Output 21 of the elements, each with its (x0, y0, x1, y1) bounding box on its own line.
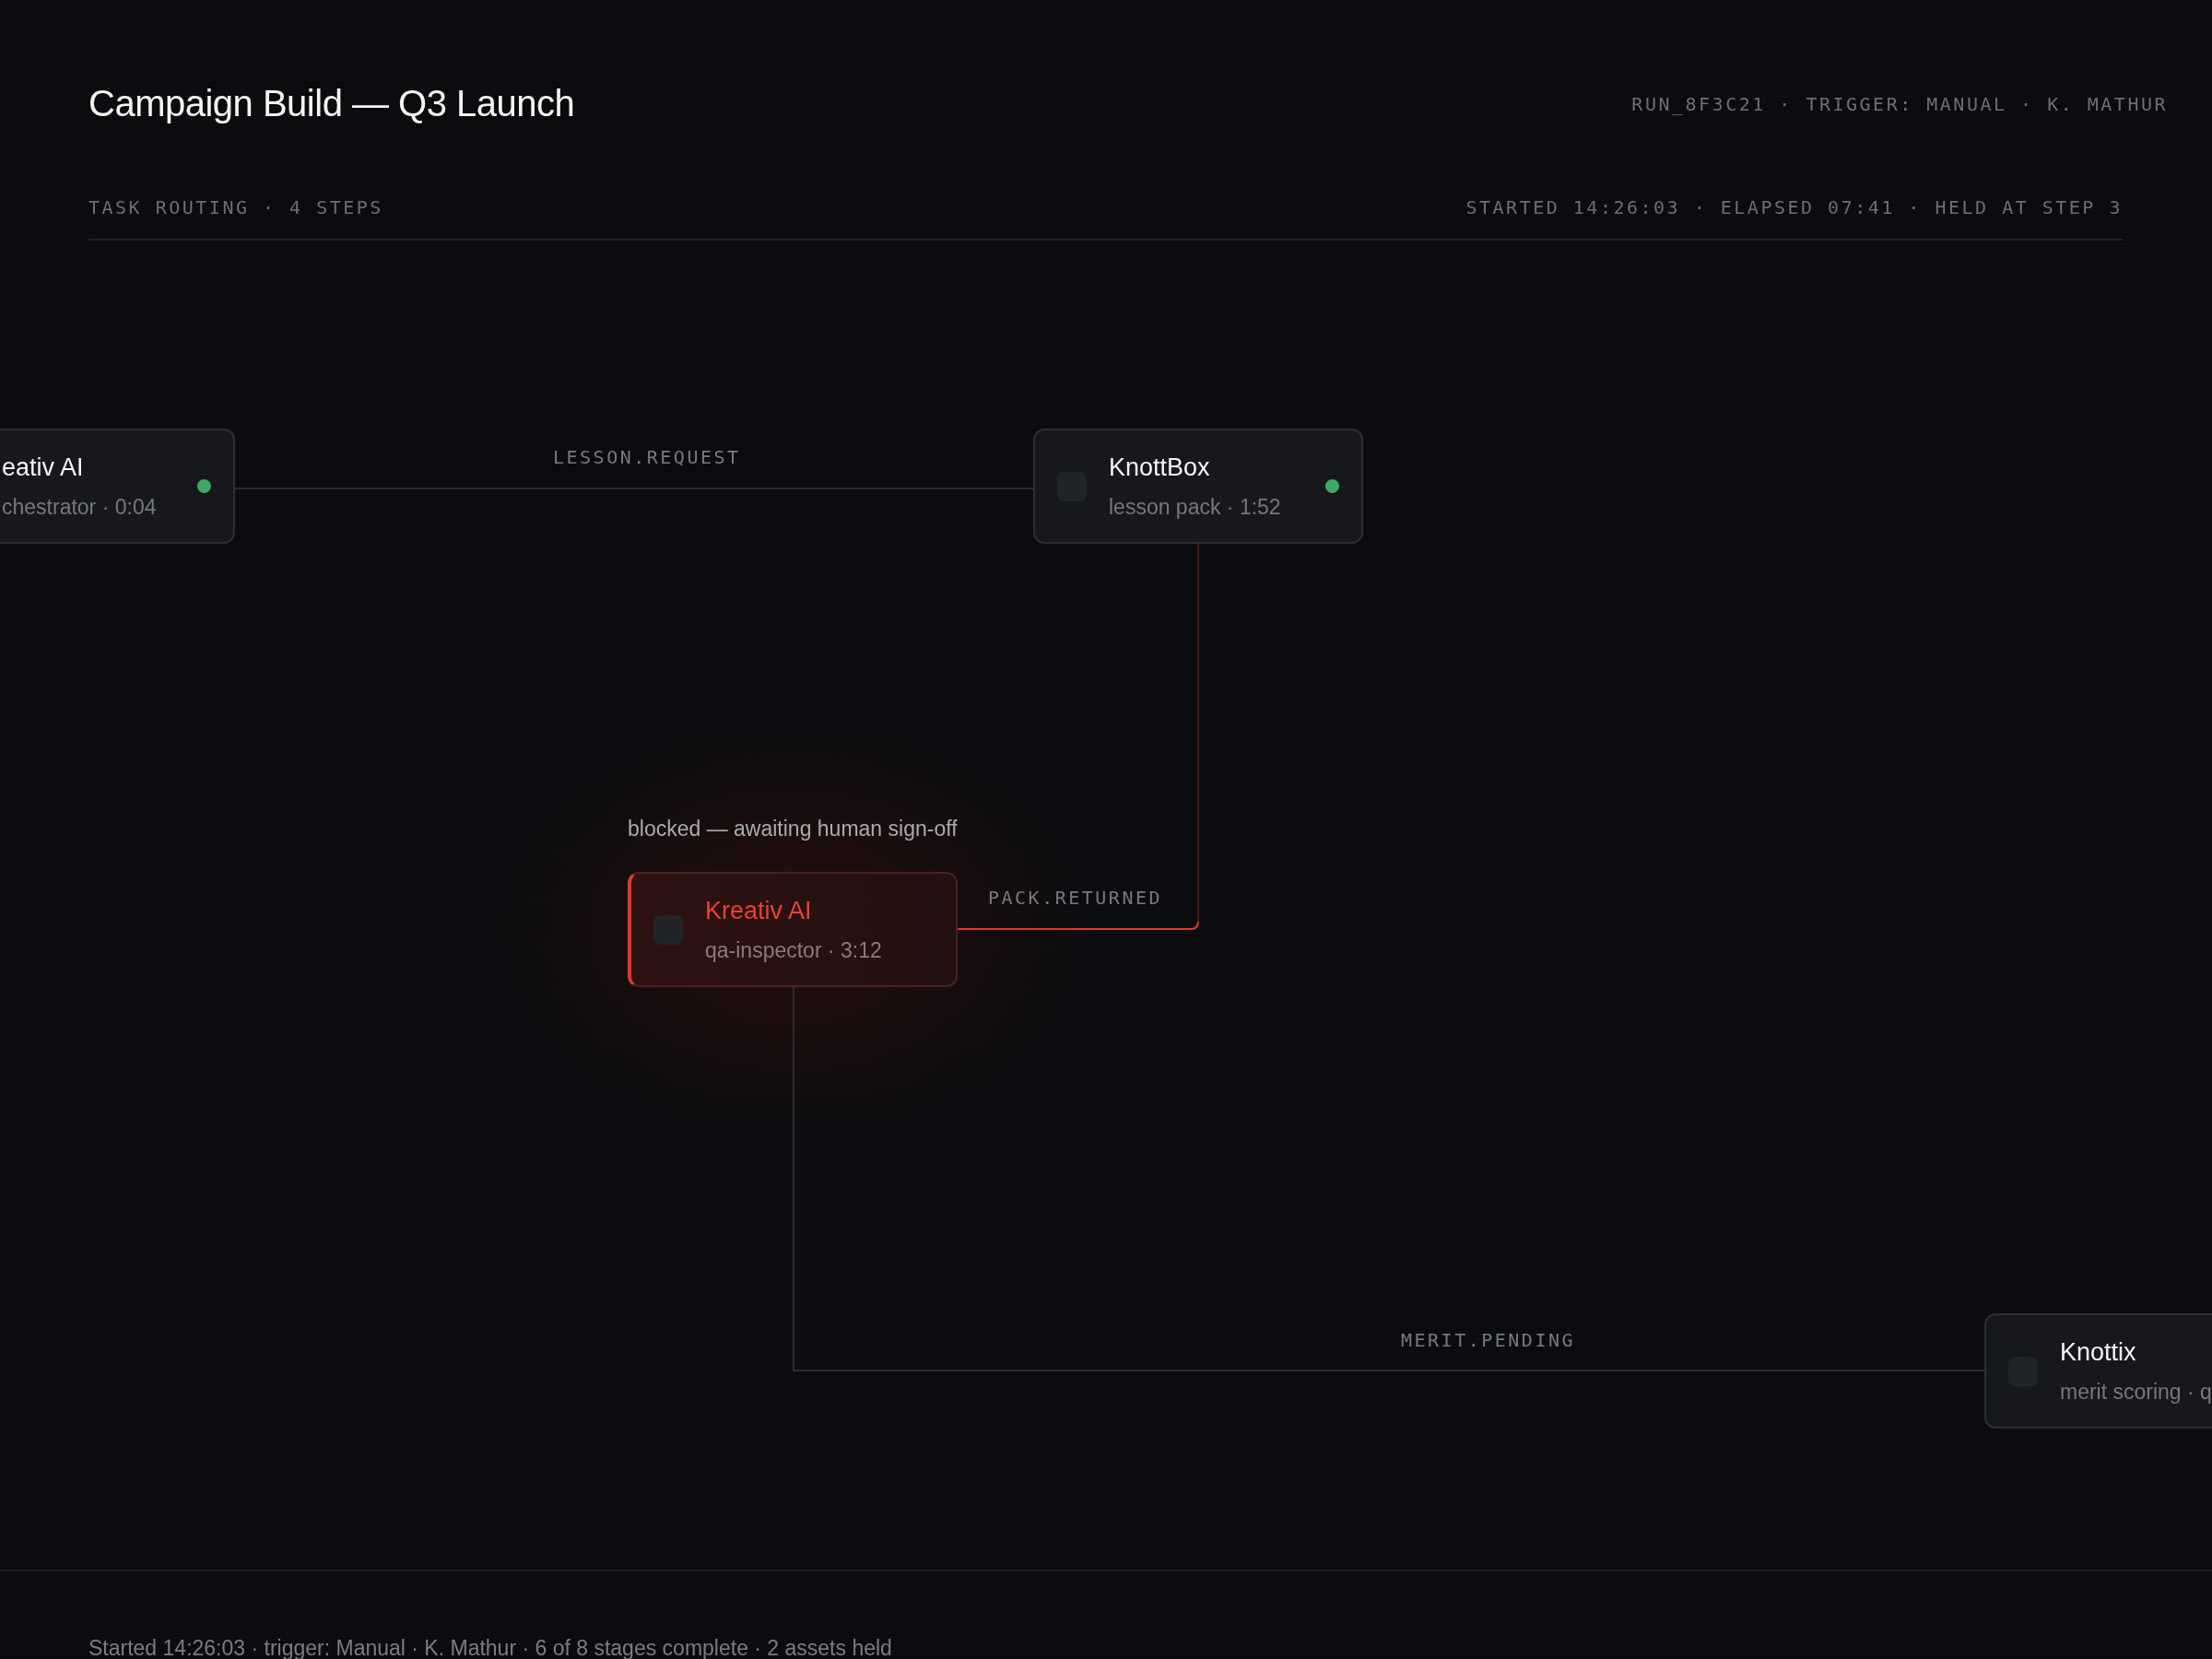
agent-name: Knottix (2060, 1337, 2137, 1367)
run-summary: Started 14:26:03 · trigger: Manual · K. Mathur · 6 of 8 stages complete · 2 assets held (88, 1636, 892, 1659)
section-label: TASK ROUTING · 4 STEPS (88, 196, 383, 218)
agent-name: KnottBox (1109, 453, 1211, 482)
agent-node[interactable]: Kreativ AI qa-inspector · 3:12 (628, 872, 958, 987)
agent-node[interactable]: Knottix merit scoring · q (1984, 1313, 2212, 1429)
edge-label: MERIT.PENDING (1401, 1329, 1576, 1351)
edge-label: LESSON.REQUEST (553, 446, 741, 468)
run-meta: RUN_8F3C21 · TRIGGER: MANUAL · K. MATHUR (1631, 92, 2168, 115)
agent-detail: merit scoring · q (2060, 1379, 2212, 1405)
agent-name: eativ AI (2, 453, 85, 482)
agent-node[interactable]: eativ AI chestrator · 0:04 (0, 429, 235, 544)
run-timing: STARTED 14:26:03 · ELAPSED 07:41 · HELD AT STEP 3 (1465, 196, 2123, 218)
agent-detail: qa-inspector · 3:12 (705, 937, 883, 963)
agent-detail: chestrator · 0:04 (2, 494, 158, 520)
edge-label: PACK.RETURNED (988, 887, 1163, 909)
page-title: Campaign Build — Q3 Launch (88, 83, 575, 124)
agent-name: Kreativ AI (705, 896, 813, 925)
status-note: blocked — awaiting human sign-off (628, 817, 958, 841)
agent-detail: lesson pack · 1:52 (1109, 494, 1282, 520)
agent-node[interactable]: KnottBox lesson pack · 1:52 (1033, 429, 1363, 544)
